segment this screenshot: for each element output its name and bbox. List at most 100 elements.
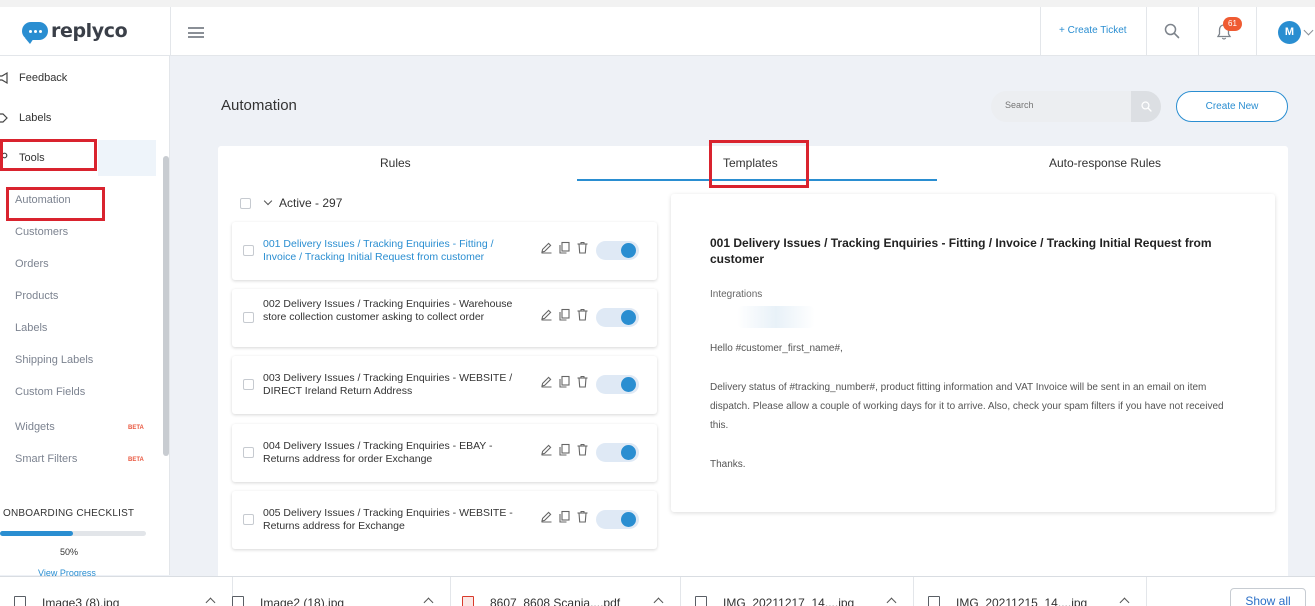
active-section-highlight: [98, 140, 156, 176]
sidebar-subitem-products[interactable]: Products: [15, 290, 58, 302]
chevron-up-icon[interactable]: [423, 597, 434, 606]
rule-card[interactable]: 005 Delivery Issues / Tracking Enquiries…: [232, 491, 657, 549]
divider: [1146, 7, 1147, 55]
rule-name[interactable]: 004 Delivery Issues / Tracking Enquiries…: [263, 440, 525, 465]
chevron-up-icon[interactable]: [1119, 597, 1130, 606]
sidebar-subitem-orders[interactable]: Orders: [15, 258, 49, 270]
edit-pencil-icon[interactable]: [540, 308, 553, 321]
rule-name[interactable]: 005 Delivery Issues / Tracking Enquiries…: [263, 507, 525, 532]
create-new-label: Create New: [1205, 101, 1259, 112]
rule-card[interactable]: 002 Delivery Issues / Tracking Enquiries…: [232, 289, 657, 347]
sidebar-scrollbar[interactable]: [163, 156, 169, 456]
user-avatar[interactable]: M: [1278, 21, 1301, 44]
trash-icon[interactable]: [576, 375, 589, 388]
download-item[interactable]: Image3 (8).jpg: [0, 577, 233, 606]
toggle-knob: [621, 243, 636, 258]
highlight-box-templates: [709, 140, 809, 188]
rule-checkbox[interactable]: [243, 447, 254, 458]
sidebar-subitem-widgets[interactable]: Widgets: [15, 421, 55, 433]
sidebar-subitem-smart-filters[interactable]: Smart Filters: [15, 453, 77, 465]
download-item[interactable]: 8607_8608 Scania....pdf: [448, 577, 681, 606]
copy-icon[interactable]: [558, 241, 571, 254]
select-all-checkbox[interactable]: [240, 197, 251, 209]
create-new-button[interactable]: Create New: [1176, 91, 1288, 122]
rule-enabled-toggle[interactable]: [596, 308, 639, 327]
rule-enabled-toggle[interactable]: [596, 443, 639, 462]
downloads-bar: Image3 (8).jpg Image2 (18).jpg 8607_8608 S…: [0, 576, 1315, 606]
rule-card[interactable]: 001 Delivery Issues / Tracking Enquiries…: [232, 222, 657, 280]
copy-icon[interactable]: [558, 443, 571, 456]
rule-checkbox[interactable]: [243, 245, 254, 256]
download-item[interactable]: Image2 (18).jpg: [218, 577, 451, 606]
search-button[interactable]: [1131, 91, 1161, 122]
search-input[interactable]: [1005, 100, 1115, 110]
rule-checkbox[interactable]: [243, 514, 254, 525]
pdf-file-icon: [462, 596, 474, 606]
show-all-button[interactable]: Show all: [1230, 588, 1306, 606]
image-file-icon: [695, 596, 707, 606]
edit-pencil-icon[interactable]: [540, 510, 553, 523]
rule-name[interactable]: 001 Delivery Issues / Tracking Enquiries…: [263, 238, 525, 263]
copy-icon[interactable]: [558, 375, 571, 388]
toggle-knob: [621, 445, 636, 460]
tab-auto-response-rules[interactable]: Auto-response Rules: [1049, 156, 1161, 170]
sidebar-subitem-labels[interactable]: Labels: [15, 322, 47, 334]
sidebar: Feedback Labels Tools Automation Custome…: [0, 56, 170, 578]
rule-name[interactable]: 002 Delivery Issues / Tracking Enquiries…: [263, 298, 525, 323]
rule-actions: [540, 375, 589, 388]
rule-enabled-toggle[interactable]: [596, 375, 639, 394]
chevron-up-icon[interactable]: [205, 597, 216, 606]
copy-icon[interactable]: [558, 308, 571, 321]
template-preview: 001 Delivery Issues / Tracking Enquiries…: [671, 194, 1275, 512]
image-file-icon: [928, 596, 940, 606]
tag-icon: [0, 113, 8, 123]
trash-icon[interactable]: [576, 443, 589, 456]
progress-fill: [0, 531, 73, 536]
sidebar-subitem-shipping-labels[interactable]: Shipping Labels: [15, 354, 93, 366]
chevron-down-icon[interactable]: [263, 196, 273, 206]
rule-name[interactable]: 003 Delivery Issues / Tracking Enquiries…: [263, 372, 525, 397]
automation-panel: Rules Templates Auto-response Rules Acti…: [218, 140, 1288, 586]
rule-card[interactable]: 004 Delivery Issues / Tracking Enquiries…: [232, 424, 657, 482]
edit-pencil-icon[interactable]: [540, 375, 553, 388]
copy-icon[interactable]: [558, 510, 571, 523]
sidebar-item-labels[interactable]: Labels: [0, 106, 51, 130]
download-filename: IMG_20211215_14....jpg: [956, 596, 1088, 606]
rule-card[interactable]: 003 Delivery Issues / Tracking Enquiries…: [232, 356, 657, 414]
create-ticket-button[interactable]: + Create Ticket: [1059, 25, 1127, 36]
rule-actions: [540, 510, 589, 523]
logo-text: replyco: [51, 20, 128, 42]
edit-pencil-icon[interactable]: [540, 443, 553, 456]
sidebar-item-label: Labels: [19, 112, 52, 124]
active-count-label: Active - 297: [279, 196, 343, 210]
sidebar-item-feedback[interactable]: Feedback: [0, 66, 67, 90]
download-filename: Image3 (8).jpg: [42, 596, 120, 606]
download-filename: IMG_20211217_14....jpg: [723, 596, 855, 606]
trash-icon[interactable]: [576, 241, 589, 254]
tab-rules[interactable]: Rules: [380, 156, 411, 170]
search-box: [991, 91, 1161, 122]
highlight-box-automation: [6, 187, 105, 221]
preview-greeting: Hello #customer_first_name#,: [710, 343, 843, 354]
download-item[interactable]: IMG_20211217_14....jpg: [681, 577, 914, 606]
chevron-up-icon[interactable]: [653, 597, 664, 606]
preview-title: 001 Delivery Issues / Tracking Enquiries…: [710, 236, 1212, 266]
rule-enabled-toggle[interactable]: [596, 241, 639, 260]
trash-icon[interactable]: [576, 510, 589, 523]
rule-checkbox[interactable]: [243, 312, 254, 323]
sidebar-subitem-customers[interactable]: Customers: [15, 226, 68, 238]
logo[interactable]: replyco: [22, 19, 128, 44]
hamburger-menu-icon[interactable]: [188, 27, 204, 38]
edit-pencil-icon[interactable]: [540, 241, 553, 254]
top-bar: replyco + Create Ticket 61 M: [0, 0, 1315, 56]
onboarding-progress-bar: [0, 531, 146, 536]
rule-checkbox[interactable]: [243, 379, 254, 390]
search-icon[interactable]: [1164, 23, 1180, 39]
sidebar-subitem-custom-fields[interactable]: Custom Fields: [15, 386, 85, 398]
chevron-up-icon[interactable]: [886, 597, 897, 606]
chevron-down-icon[interactable]: [1303, 25, 1314, 36]
trash-icon[interactable]: [576, 308, 589, 321]
progress-percent: 50%: [60, 547, 79, 557]
rule-enabled-toggle[interactable]: [596, 510, 639, 529]
download-item[interactable]: IMG_20211215_14....jpg: [914, 577, 1147, 606]
